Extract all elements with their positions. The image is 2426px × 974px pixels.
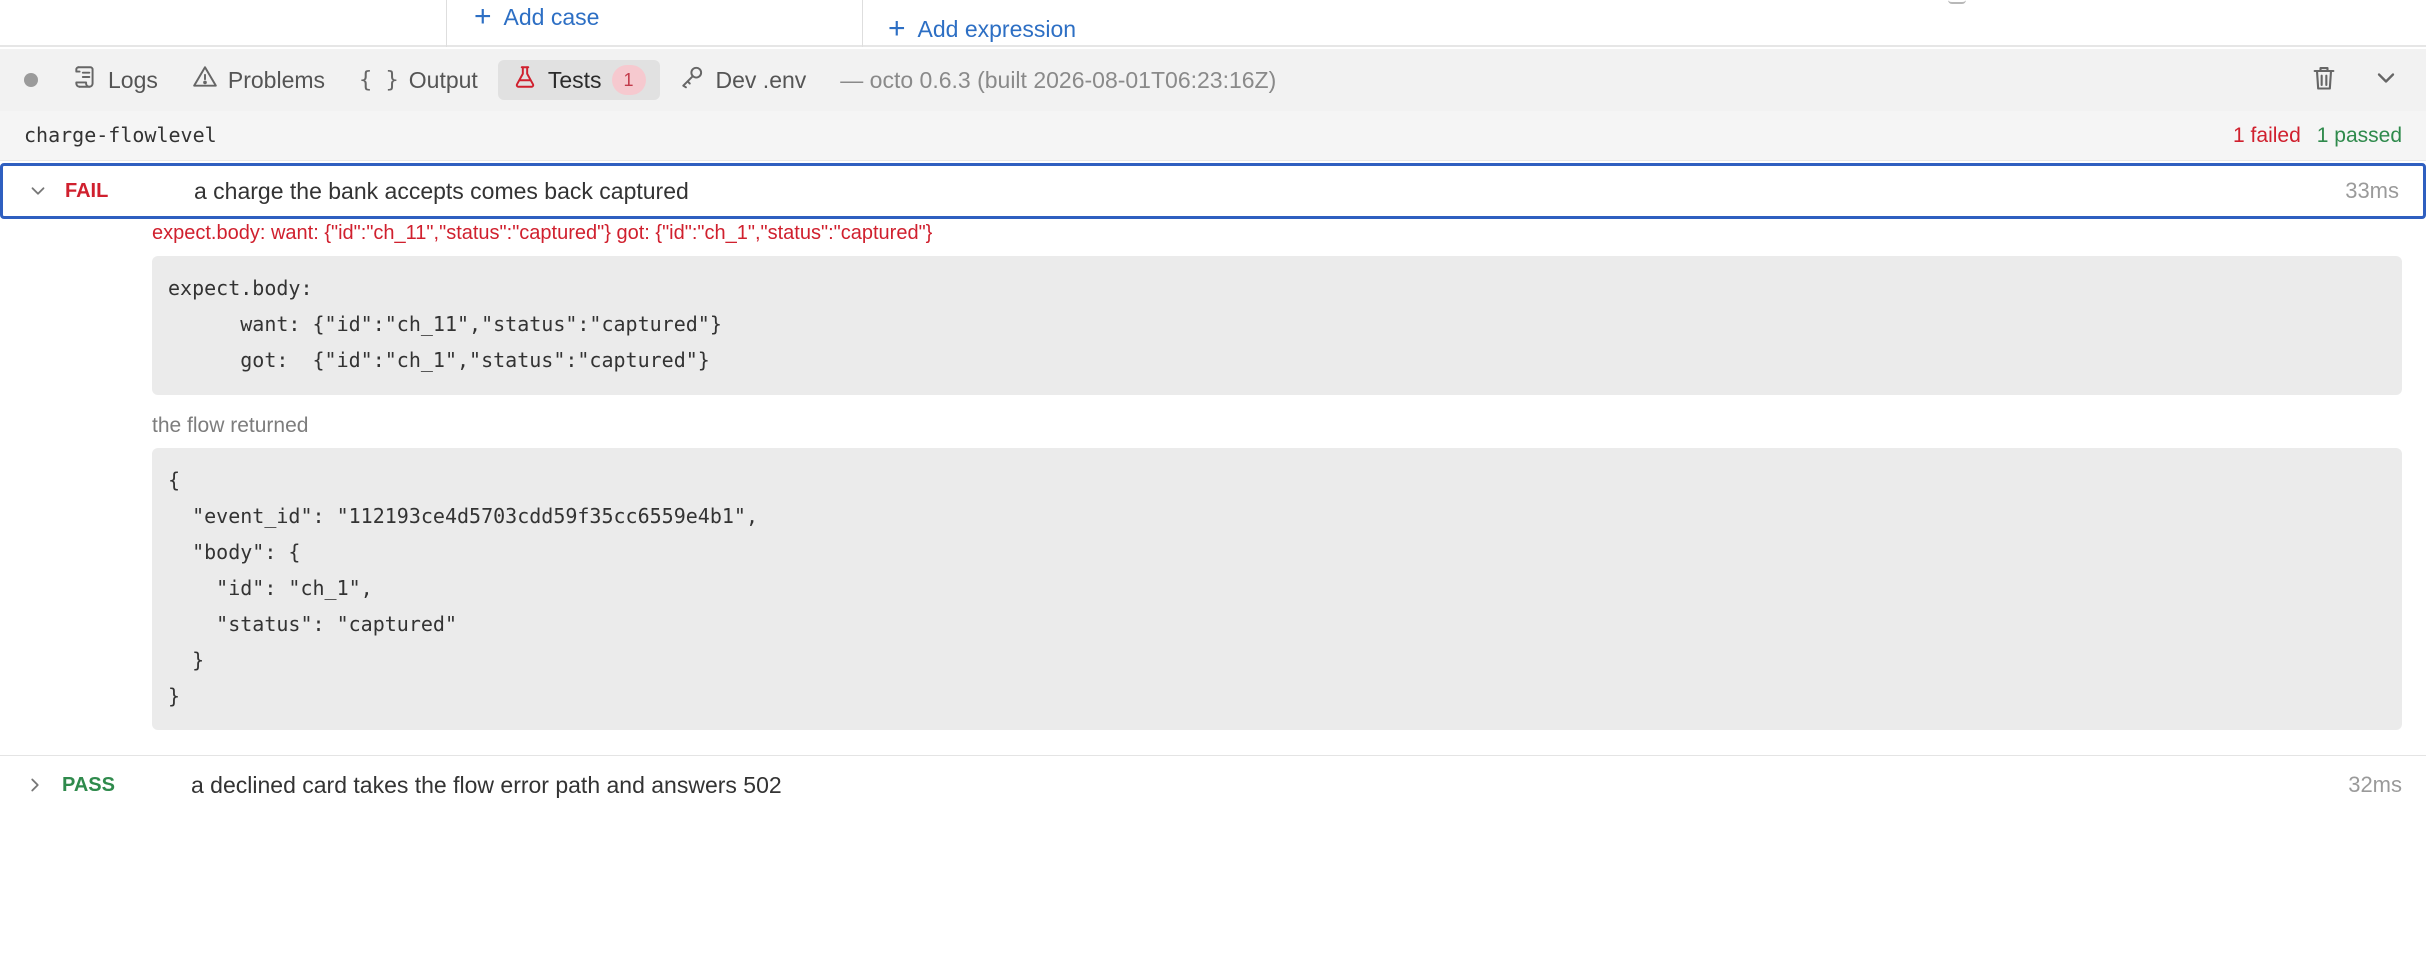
column-divider: [446, 0, 447, 47]
returned-json-block: { "event_id": "112193ce4d5703cdd59f35cc6…: [152, 448, 2402, 730]
tab-tests[interactable]: Tests 1: [497, 60, 660, 100]
status-dot-icon: [24, 73, 38, 87]
test-duration: 32ms: [2348, 772, 2402, 797]
test-title: a declined card takes the flow error pat…: [191, 771, 782, 798]
panel-tab-bar: Logs Problems { } Output Tests 1 Dev .en…: [0, 49, 2426, 111]
logs-icon: [72, 64, 98, 96]
assertion-diff-block: expect.body: want: {"id":"ch_11","status…: [152, 256, 2402, 395]
column-divider: [862, 0, 863, 47]
warning-icon: [192, 64, 218, 96]
passed-count: 1 passed: [2316, 124, 2402, 147]
status-badge: PASS: [62, 773, 115, 796]
chevron-down-icon[interactable]: [27, 180, 49, 202]
returned-label: the flow returned: [152, 414, 309, 437]
plus-icon: +: [888, 12, 906, 45]
tab-output[interactable]: { } Output: [345, 60, 492, 100]
status-badge: FAIL: [65, 179, 109, 202]
chevron-down-icon[interactable]: [2372, 64, 2400, 97]
divider: [0, 755, 2426, 756]
tab-label: Output: [408, 66, 478, 93]
plus-icon: +: [474, 0, 492, 33]
tab-dev-env[interactable]: Dev .env: [666, 60, 821, 100]
test-row[interactable]: FAIL a charge the bank accepts comes bac…: [0, 163, 2426, 219]
panel-actions: [2310, 49, 2400, 111]
tab-logs[interactable]: Logs: [58, 60, 172, 100]
add-case-button[interactable]: + Add case: [474, 2, 599, 32]
tab-label: Tests: [547, 66, 602, 93]
failure-count-badge: 1: [611, 65, 646, 95]
flask-icon: [512, 64, 538, 96]
tab-label: Dev .env: [715, 66, 807, 93]
tab-problems[interactable]: Problems: [178, 60, 339, 100]
failed-count: 1 failed: [2233, 124, 2301, 147]
top-strip: + Add case + Add expression: [0, 0, 2426, 47]
key-icon: [680, 64, 706, 96]
error-message: expect.body: want: {"id":"ch_11","status…: [152, 222, 933, 244]
trash-icon[interactable]: [2310, 64, 2338, 97]
test-duration: 33ms: [2345, 178, 2399, 203]
test-title: a charge the bank accepts comes back cap…: [194, 177, 689, 204]
tab-label: Logs: [108, 66, 158, 93]
chevron-right-icon[interactable]: [24, 774, 46, 796]
version-label: — octo 0.6.3 (built 2026-08-01T06:23:16Z…: [840, 66, 1277, 93]
add-expression-button[interactable]: + Add expression: [888, 14, 1076, 44]
suite-header: charge-flowlevel 1 failed 1 passed: [0, 111, 2426, 161]
braces-icon: { }: [359, 67, 399, 93]
test-row[interactable]: PASS a declined card takes the flow erro…: [0, 757, 2426, 813]
test-summary: 1 failed 1 passed: [2233, 124, 2402, 148]
add-expression-label: Add expression: [917, 15, 1077, 42]
add-case-label: Add case: [503, 3, 600, 30]
tab-label: Problems: [227, 66, 326, 93]
scroll-indicator: [1948, 0, 1966, 4]
suite-name: charge-flowlevel: [24, 123, 217, 147]
